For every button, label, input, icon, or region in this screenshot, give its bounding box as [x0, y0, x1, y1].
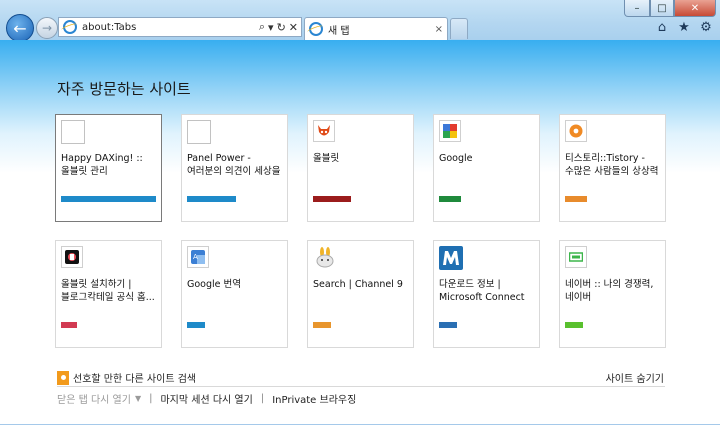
bottom-border — [0, 424, 720, 425]
site-tile[interactable]: A Google 번역 — [181, 240, 288, 348]
window-buttons: – □ ✕ — [624, 0, 716, 17]
suggestion-bulb-icon — [57, 370, 69, 385]
inprivate-browsing-link[interactable]: InPrivate 브라우징 — [272, 391, 356, 406]
visit-frequency-bar — [439, 196, 461, 202]
hide-sites-link[interactable]: 사이트 숨기기 — [606, 370, 664, 385]
dropdown-icon[interactable]: ▾ — [268, 21, 274, 34]
session-links: 닫은 탭 다시 열기 ▼ | 마지막 세션 다시 열기 | InPrivate … — [57, 391, 356, 406]
back-button[interactable]: ← — [6, 14, 34, 42]
reopen-closed-tabs-link[interactable]: 닫은 탭 다시 열기 — [57, 391, 131, 406]
site-tile[interactable]: Happy DAXing! :: 올블릿 관리 — [55, 114, 162, 222]
visit-frequency-bar — [61, 196, 156, 202]
ie-logo-icon — [63, 20, 77, 34]
google-icon — [439, 120, 461, 142]
discover-sites-label: 선호할 만한 다른 사이트 검색 — [73, 374, 197, 385]
site-tile-label: 올블릿 — [313, 153, 340, 164]
site-tile-label: Panel Power - 여러분의 의견이 세상을 움... — [187, 153, 281, 177]
reopen-last-session-link[interactable]: 마지막 세션 다시 열기 — [160, 391, 252, 406]
tab-new[interactable]: 새 탭 × — [304, 17, 448, 40]
chevron-down-icon[interactable]: ▼ — [135, 394, 141, 403]
forward-button[interactable]: → — [36, 17, 58, 39]
page-title: 자주 방문하는 사이트 — [57, 80, 191, 98]
site-tile-label: 티스토리::Tistory - 수많은 사람들의 상상력 — [565, 153, 659, 177]
visit-frequency-bar — [61, 322, 77, 328]
address-bar[interactable]: about:Tabs ⌕ ▾ ↻ ✕ — [58, 17, 302, 37]
site-tile[interactable]: 올블릿 — [307, 114, 414, 222]
new-tab-button[interactable] — [450, 18, 468, 39]
site-tile[interactable]: 올블릿 설치하기 | 블로그칵테일 공식 홈... — [55, 240, 162, 348]
toolbar-icons: ⌂ ★ ⚙ — [654, 20, 714, 35]
back-arrow-icon: ← — [13, 18, 27, 38]
visit-frequency-bar — [439, 322, 457, 328]
refresh-icon[interactable]: ↻ — [277, 21, 286, 34]
google-translate-icon: A — [187, 246, 209, 268]
maximize-button[interactable]: □ — [650, 0, 674, 17]
forward-arrow-icon: → — [41, 21, 53, 35]
separator: | — [260, 393, 265, 404]
site-tile[interactable]: Panel Power - 여러분의 의견이 세상을 움... — [181, 114, 288, 222]
visit-frequency-bar — [565, 322, 583, 328]
new-tab-page: 자주 방문하는 사이트 Happy DAXing! :: 올블릿 관리 Pane… — [0, 40, 720, 431]
blank-page-icon — [187, 120, 211, 144]
minimize-button[interactable]: – — [624, 0, 650, 17]
m-logo-icon — [439, 246, 463, 270]
svg-text:A: A — [193, 253, 198, 261]
site-tile[interactable]: Search | Channel 9 — [307, 240, 414, 348]
gear-icon[interactable]: ⚙ — [698, 20, 714, 35]
visit-frequency-bar — [187, 322, 205, 328]
visit-frequency-bar — [313, 322, 331, 328]
tab-title: 새 탭 — [328, 25, 350, 37]
search-icon[interactable]: ⌕ — [259, 20, 265, 34]
frequent-sites-grid: Happy DAXing! :: 올블릿 관리 Panel Power - 여러… — [55, 114, 666, 348]
site-tile-label: 네이버 :: 나의 경쟁력, 네이버 — [565, 279, 654, 303]
site-tile[interactable]: Google — [433, 114, 540, 222]
site-tile-label: 다운로드 정보 | Microsoft Connect — [439, 279, 525, 303]
stop-icon[interactable]: ✕ — [289, 21, 298, 34]
ie-logo-icon — [309, 22, 323, 36]
site-tile[interactable]: 티스토리::Tistory - 수많은 사람들의 상상력 — [559, 114, 666, 222]
tistory-icon — [565, 120, 587, 142]
browser-chrome: – □ ✕ ← → about:Tabs ⌕ ▾ ↻ ✕ 새 탭 × ⌂ ★ ⚙ — [0, 0, 720, 42]
visit-frequency-bar — [313, 196, 351, 202]
discover-sites-link[interactable]: 선호할 만한 다른 사이트 검색 — [57, 370, 196, 385]
allblet-install-icon — [61, 246, 83, 268]
site-tile-label: 올블릿 설치하기 | 블로그칵테일 공식 홈... — [61, 279, 155, 303]
site-tile-label: Google — [439, 153, 473, 164]
site-tile-label: Search | Channel 9 — [313, 279, 403, 290]
favorites-star-icon[interactable]: ★ — [676, 20, 692, 35]
bunny-icon — [313, 246, 337, 270]
site-tile-label: Happy DAXing! :: 올블릿 관리 — [61, 153, 143, 177]
blank-page-icon — [61, 120, 85, 144]
separator: | — [149, 393, 153, 404]
divider — [57, 386, 665, 387]
close-window-button[interactable]: ✕ — [674, 0, 716, 17]
site-tile[interactable]: 다운로드 정보 | Microsoft Connect — [433, 240, 540, 348]
site-tile[interactable]: 네이버 :: 나의 경쟁력, 네이버 — [559, 240, 666, 348]
address-input[interactable]: about:Tabs — [82, 22, 259, 33]
naver-icon — [565, 246, 587, 268]
devil-icon — [313, 120, 335, 142]
visit-frequency-bar — [565, 196, 587, 202]
home-icon[interactable]: ⌂ — [654, 20, 670, 35]
tab-close-icon[interactable]: × — [435, 24, 443, 35]
site-tile-label: Google 번역 — [187, 279, 242, 290]
visit-frequency-bar — [187, 196, 236, 202]
